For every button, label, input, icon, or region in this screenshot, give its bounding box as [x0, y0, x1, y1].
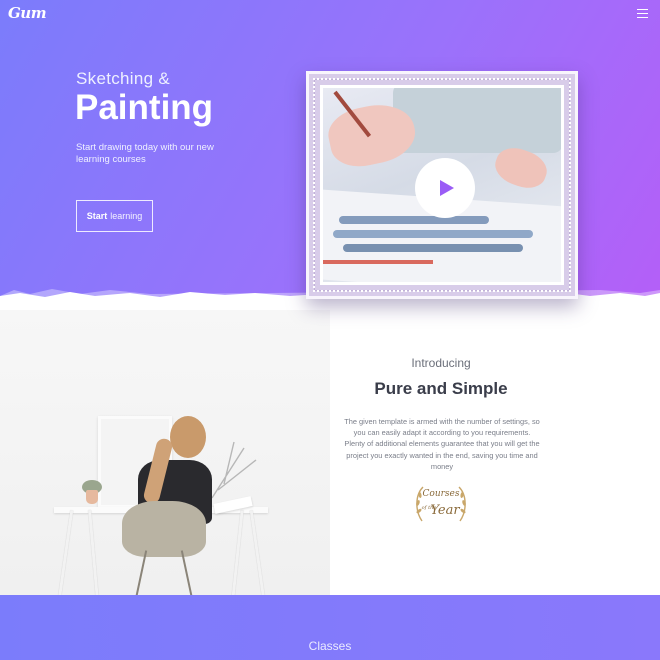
intro-description: The given template is armed with the num…: [344, 417, 540, 471]
chair: [122, 501, 206, 557]
classes-section: Classes: [0, 595, 660, 660]
play-icon: [440, 180, 454, 196]
play-video-button[interactable]: [415, 158, 475, 218]
start-learning-label-light: learning: [110, 211, 143, 221]
badge-line3: Year: [430, 503, 460, 518]
workspace-illustration: [0, 310, 330, 595]
badge-line1: Courses: [423, 489, 460, 499]
intro-title: Pure and Simple: [374, 379, 508, 398]
intro-pre-title: Introducing: [411, 356, 471, 370]
hero-title: Painting: [75, 88, 214, 127]
courses-of-the-year-badge: Courses of the Year: [416, 486, 466, 522]
logo[interactable]: Gum: [8, 4, 47, 22]
hero-subtitle: Start drawing today with our new learnin…: [76, 142, 214, 165]
start-learning-label-bold: Start: [86, 211, 108, 221]
start-learning-button[interactable]: Start learning: [76, 200, 153, 232]
classes-title: Classes: [308, 639, 352, 653]
hamburger-menu-icon[interactable]: [637, 9, 648, 19]
hero-pre-title: Sketching &: [76, 69, 171, 88]
